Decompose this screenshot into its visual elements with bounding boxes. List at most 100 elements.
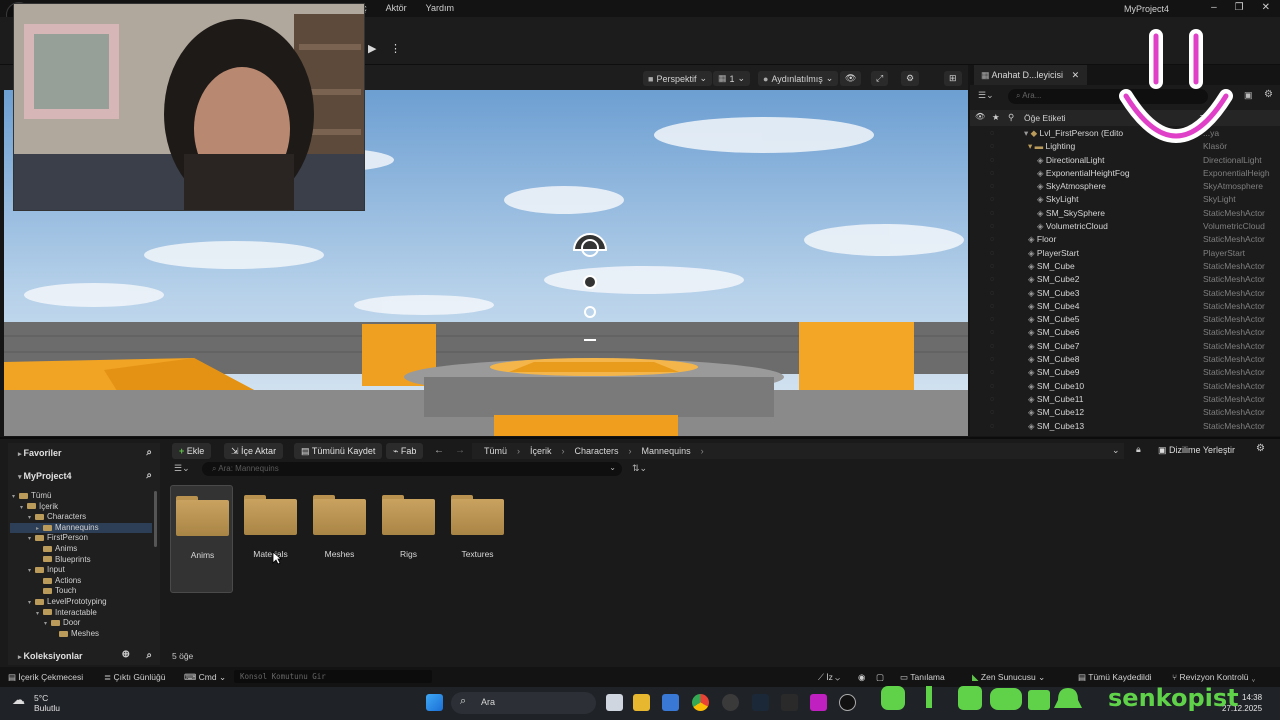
breadcrumb-separator-icon[interactable]: › xyxy=(562,446,565,456)
close-icon[interactable]: ✕ xyxy=(1072,70,1080,80)
visibility-icon[interactable]: ◌ xyxy=(990,167,994,180)
breadcrumb-item[interactable]: İçerik xyxy=(530,446,552,456)
snap-dropdown[interactable]: ⤢ xyxy=(871,71,889,86)
menu-item[interactable]: Yardım xyxy=(426,3,454,13)
gear-icon[interactable]: ⚙ xyxy=(1256,443,1265,454)
collections-header[interactable]: ▸ Koleksiyonlar ⊕ ⌕ xyxy=(8,648,160,665)
asset-search-input[interactable]: ⌕ Ara: Mannequins ⌄ xyxy=(202,462,622,476)
visibility-icon[interactable]: ◌ xyxy=(990,193,994,206)
breadcrumb-item[interactable]: Mannequins xyxy=(642,446,691,456)
outliner-row[interactable]: ◌ ◈ SM_Cube StaticMeshActor xyxy=(970,260,1280,273)
store-icon[interactable] xyxy=(662,694,679,711)
record-icon[interactable]: ◉ xyxy=(858,672,865,683)
more-options-icon[interactable]: ⋮ xyxy=(390,42,401,55)
trace-dropdown[interactable]: ⟋ İz ⌄ xyxy=(818,672,840,683)
eye-icon[interactable]: 👁 xyxy=(975,112,985,121)
add-circle-icon[interactable]: ⊕ xyxy=(122,649,130,660)
outliner-row[interactable]: ◌ ◈ ExponentialHeightFog ExponentialHeigh xyxy=(970,167,1280,180)
tree-item[interactable]: Actions xyxy=(10,576,152,587)
outliner-row[interactable]: ◌ ◈ SM_Cube7 StaticMeshActor xyxy=(970,340,1280,353)
visibility-icon[interactable]: ◌ xyxy=(990,326,994,339)
visibility-icon[interactable]: ◌ xyxy=(990,287,994,300)
visibility-icon[interactable]: ◌ xyxy=(990,366,994,379)
visibility-icon[interactable]: ◌ xyxy=(990,340,994,353)
tree-item[interactable]: ▾ FirstPerson xyxy=(10,533,152,544)
show-dropdown[interactable]: 👁 xyxy=(840,71,862,86)
maximize-icon[interactable]: ❐ xyxy=(1235,2,1244,13)
breadcrumb-item[interactable]: Characters xyxy=(575,446,619,456)
play-icon[interactable]: ▶ xyxy=(368,42,376,55)
layout-button[interactable]: ⊞ xyxy=(944,71,962,86)
pin-icon[interactable]: ⚲ xyxy=(1008,112,1014,123)
file-explorer-icon[interactable] xyxy=(633,694,650,711)
chevron-down-icon[interactable]: ⌄ xyxy=(609,463,616,472)
back-icon[interactable]: ← xyxy=(434,445,444,456)
visibility-icon[interactable]: ◌ xyxy=(990,127,994,140)
tree-item[interactable]: Touch xyxy=(10,586,152,597)
visibility-icon[interactable]: ◌ xyxy=(990,180,994,193)
steam-icon[interactable] xyxy=(752,694,769,711)
outliner-row[interactable]: ◌ ◈ SM_Cube10 StaticMeshActor xyxy=(970,380,1280,393)
visibility-icon[interactable]: ◌ xyxy=(990,273,994,286)
gear-icon[interactable]: ⚙ xyxy=(1264,89,1273,100)
visibility-icon[interactable]: ◌ xyxy=(990,233,994,246)
asset-folder[interactable]: Materials xyxy=(239,485,302,593)
tree-item[interactable]: ▸ Mannequins xyxy=(10,522,152,534)
forward-icon[interactable]: → xyxy=(455,445,465,456)
asset-folder[interactable]: Anims xyxy=(170,485,233,593)
visibility-icon[interactable]: ◌ xyxy=(990,313,994,326)
outliner-row[interactable]: ◌ ◈ PlayerStart PlayerStart xyxy=(970,247,1280,260)
lit-mode-dropdown[interactable]: ● Aydınlatılmış ⌄ xyxy=(758,71,839,86)
visibility-icon[interactable]: ◌ xyxy=(990,406,994,419)
visibility-icon[interactable]: ◌ xyxy=(990,220,994,233)
breadcrumb-separator-icon[interactable]: › xyxy=(517,446,520,456)
add-folder-icon[interactable]: ▣ xyxy=(1244,90,1253,101)
project-header[interactable]: ▾ MyProject4 ⌕ xyxy=(8,468,160,485)
visibility-icon[interactable]: ◌ xyxy=(990,207,994,220)
visibility-icon[interactable]: ◌ xyxy=(990,300,994,313)
visibility-icon[interactable]: ◌ xyxy=(990,247,994,260)
app-pink-icon[interactable] xyxy=(810,694,827,711)
outliner-row[interactable]: ◌ ◈ SM_Cube2 StaticMeshActor xyxy=(970,273,1280,286)
chrome-icon[interactable] xyxy=(692,694,709,711)
asset-folder[interactable]: Textures xyxy=(446,485,509,593)
camera-speed-dropdown[interactable]: ▦ 1 ⌄ xyxy=(713,71,751,86)
revision-control-button[interactable]: ⑂ Revizyon Kontrolü ⌄ xyxy=(1172,672,1256,682)
tree-item[interactable]: Anims xyxy=(10,544,152,555)
tree-item[interactable]: ▾ LevelPrototyping xyxy=(10,597,152,608)
search-icon[interactable]: ⌕ xyxy=(146,470,152,481)
cmd-dropdown[interactable]: ⌨ Cmd ⌄ xyxy=(184,672,226,683)
content-drawer-button[interactable]: ▤ İçerik Çekmecesi xyxy=(8,672,83,683)
filter-icon[interactable]: ☰⌄ xyxy=(174,463,190,474)
visibility-icon[interactable]: ◌ xyxy=(990,260,994,273)
outliner-row[interactable]: ◌ ◈ SM_Cube11 StaticMeshActor xyxy=(970,393,1280,406)
breadcrumb-item[interactable]: Tümü xyxy=(484,446,507,456)
asset-folder[interactable]: Meshes xyxy=(308,485,371,593)
menu-item[interactable]: Aktör xyxy=(386,3,407,13)
breadcrumb-dropdown-icon[interactable]: ⌄ xyxy=(1112,445,1120,456)
minimize-icon[interactable]: – xyxy=(1211,2,1217,13)
tree-item[interactable]: Meshes xyxy=(10,629,152,640)
epic-games-icon[interactable] xyxy=(781,694,798,711)
tree-item[interactable]: ▾ Interactable xyxy=(10,608,152,619)
outliner-row[interactable]: ◌ ◈ Floor StaticMeshActor xyxy=(970,233,1280,246)
outliner-row[interactable]: ◌ ◈ SM_Cube13 StaticMeshActor xyxy=(970,420,1280,433)
favorites-header[interactable]: ▸ Favoriler ⌕ xyxy=(8,445,160,462)
tree-item[interactable]: Blueprints xyxy=(10,555,152,566)
outliner-row[interactable]: ◌ ◈ SkyLight SkyLight xyxy=(970,193,1280,206)
search-icon[interactable]: ⌕ xyxy=(146,650,152,661)
outliner-row[interactable]: ◌ ◈ SM_Cube5 StaticMeshActor xyxy=(970,313,1280,326)
tree-scrollbar[interactable] xyxy=(154,491,157,547)
tree-item[interactable]: ▾ Characters xyxy=(10,512,152,523)
visibility-icon[interactable]: ◌ xyxy=(990,420,994,433)
tree-item[interactable]: ▾ Tümü xyxy=(10,491,152,502)
unreal-engine-icon[interactable] xyxy=(839,694,856,711)
tree-item[interactable]: ▾ İçerik xyxy=(10,502,152,513)
outliner-row[interactable]: ◌ ◈ SM_Cube12 StaticMeshActor xyxy=(970,406,1280,419)
tree-item[interactable]: ▾ Input xyxy=(10,565,152,576)
app-icon[interactable] xyxy=(722,694,739,711)
visibility-icon[interactable]: ◌ xyxy=(990,140,994,153)
outliner-row[interactable]: ◌ ◈ SM_SkySphere StaticMeshActor xyxy=(970,207,1280,220)
search-icon[interactable]: ⌕ xyxy=(146,447,152,458)
outliner-row[interactable]: ◌ ◈ SkyAtmosphere SkyAtmosphere xyxy=(970,180,1280,193)
